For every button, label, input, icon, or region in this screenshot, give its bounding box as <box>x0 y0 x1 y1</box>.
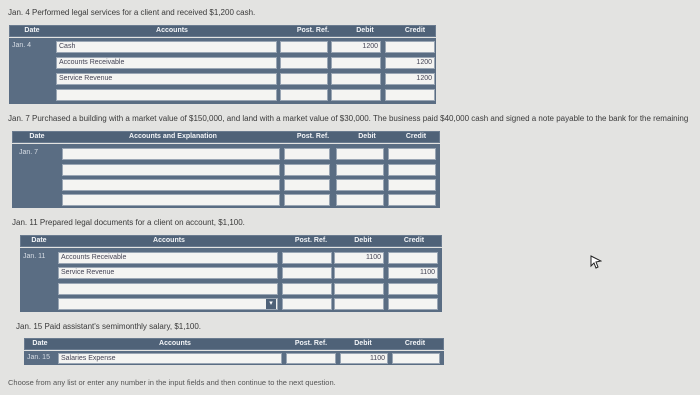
post-ref-input[interactable] <box>282 252 332 264</box>
account-input[interactable] <box>56 89 277 101</box>
header-accounts-explanation: Accounts and Explanation <box>129 133 217 140</box>
credit-input[interactable] <box>388 179 436 191</box>
credit-input[interactable] <box>388 298 438 310</box>
account-input[interactable]: Salaries Expense <box>58 353 282 364</box>
debit-input[interactable] <box>334 298 384 310</box>
account-input[interactable] <box>58 283 278 295</box>
post-ref-input[interactable] <box>286 353 336 364</box>
credit-input[interactable] <box>392 353 440 364</box>
header-credit: Credit <box>404 27 426 34</box>
cursor-icon <box>590 255 603 274</box>
post-ref-input[interactable] <box>284 148 330 160</box>
journal-header-4: Date Accounts Post. Ref. Debit Credit <box>24 338 444 350</box>
post-ref-input[interactable] <box>280 57 328 69</box>
header-credit: Credit <box>404 340 426 347</box>
account-input[interactable]: Service Revenue <box>56 73 277 85</box>
post-ref-input[interactable] <box>284 164 330 176</box>
post-ref-input[interactable] <box>282 298 332 310</box>
row-date: Jan. 15 <box>27 354 50 361</box>
account-input[interactable] <box>62 179 280 191</box>
account-input[interactable] <box>62 148 280 160</box>
credit-input[interactable]: 1100 <box>388 267 438 279</box>
account-input[interactable]: Accounts Receivable <box>58 252 278 264</box>
debit-input[interactable] <box>331 57 381 69</box>
header-debit: Debit <box>356 27 374 34</box>
header-post-ref: Post. Ref. <box>294 237 328 244</box>
debit-input[interactable] <box>334 283 384 295</box>
header-post-ref: Post. Ref. <box>296 27 330 34</box>
question-prompt-jan11: Jan. 11 Prepared legal documents for a c… <box>12 218 245 227</box>
journal-header-1: Date Accounts Post. Ref. Debit Credit <box>9 25 436 37</box>
header-debit: Debit <box>358 133 376 140</box>
credit-input[interactable]: 1200 <box>385 57 435 69</box>
header-date: Date <box>32 340 48 347</box>
credit-input[interactable] <box>385 41 435 53</box>
debit-input[interactable] <box>336 164 384 176</box>
post-ref-input[interactable] <box>284 194 330 206</box>
debit-input[interactable] <box>336 194 384 206</box>
debit-input[interactable]: 1100 <box>340 353 388 364</box>
post-ref-input[interactable] <box>282 283 332 295</box>
header-credit: Credit <box>405 133 427 140</box>
header-accounts: Accounts <box>156 27 188 34</box>
credit-input[interactable]: 1200 <box>385 73 435 85</box>
debit-input[interactable] <box>336 179 384 191</box>
credit-input[interactable] <box>388 252 438 264</box>
row-date: Jan. 4 <box>12 42 32 49</box>
question-prompt-jan4: Jan. 4 Performed legal services for a cl… <box>8 8 256 17</box>
post-ref-input[interactable] <box>284 179 330 191</box>
debit-input[interactable]: 1200 <box>331 41 381 53</box>
debit-input[interactable] <box>336 148 384 160</box>
credit-input[interactable] <box>385 89 435 101</box>
header-debit: Debit <box>354 340 372 347</box>
account-input[interactable] <box>62 194 280 206</box>
debit-input[interactable]: 1100 <box>334 252 384 264</box>
header-post-ref: Post. Ref. <box>296 133 330 140</box>
row-date: Jan. 7 <box>19 149 39 156</box>
header-accounts: Accounts <box>159 340 191 347</box>
credit-input[interactable] <box>388 194 436 206</box>
credit-input[interactable] <box>388 164 436 176</box>
account-input[interactable]: Service Revenue <box>58 267 278 279</box>
account-select[interactable] <box>58 298 278 310</box>
account-input[interactable]: Cash <box>56 41 277 53</box>
header-debit: Debit <box>354 237 372 244</box>
header-post-ref: Post. Ref. <box>294 340 328 347</box>
credit-input[interactable] <box>388 283 438 295</box>
journal-header-2: Date Accounts and Explanation Post. Ref.… <box>12 131 440 143</box>
journal-header-3: Date Accounts Post. Ref. Debit Credit <box>20 235 442 247</box>
account-input[interactable] <box>62 164 280 176</box>
post-ref-input[interactable] <box>280 41 328 53</box>
header-date: Date <box>31 237 47 244</box>
header-date: Date <box>24 27 40 34</box>
row-date: Jan. 11 <box>23 253 46 260</box>
post-ref-input[interactable] <box>280 73 328 85</box>
post-ref-input[interactable] <box>282 267 332 279</box>
instruction-text: Choose from any list or enter any number… <box>8 378 336 387</box>
chevron-down-icon[interactable]: ▾ <box>266 299 276 309</box>
account-input[interactable]: Accounts Receivable <box>56 57 277 69</box>
debit-input[interactable] <box>331 89 381 101</box>
question-prompt-jan7: Jan. 7 Purchased a building with a marke… <box>8 114 689 123</box>
post-ref-input[interactable] <box>280 89 328 101</box>
credit-input[interactable] <box>388 148 436 160</box>
header-date: Date <box>29 133 45 140</box>
debit-input[interactable] <box>331 73 381 85</box>
header-accounts: Accounts <box>153 237 185 244</box>
header-credit: Credit <box>403 237 425 244</box>
debit-input[interactable] <box>334 267 384 279</box>
question-prompt-jan15: Jan. 15 Paid assistant's semimonthly sal… <box>16 322 202 331</box>
